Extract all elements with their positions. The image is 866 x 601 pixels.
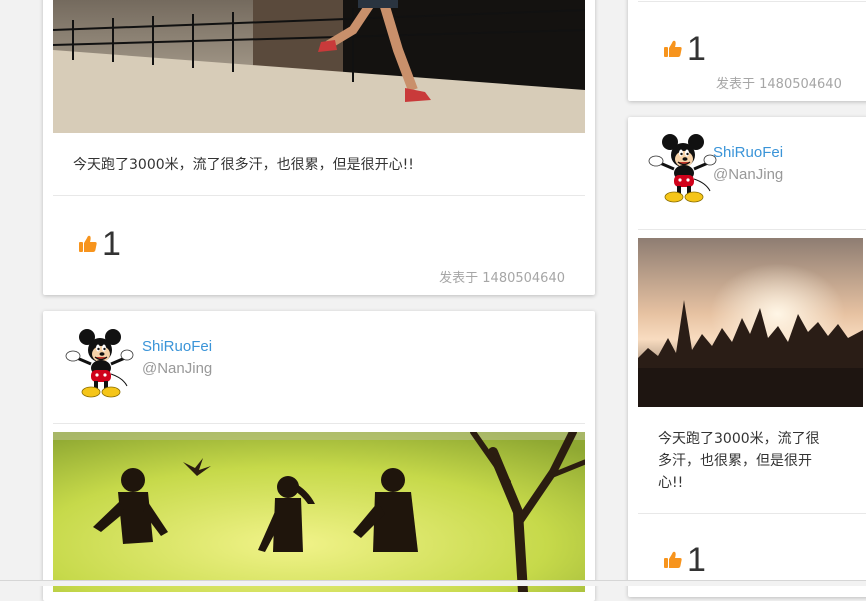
thumbs-up-icon <box>663 39 683 59</box>
post-timestamp: 发表于 1480504640 <box>716 77 842 92</box>
divider <box>638 1 866 2</box>
like-button[interactable]: 1 <box>663 32 706 66</box>
user-location: @NanJing <box>142 360 213 377</box>
thumbs-up-icon <box>663 550 683 570</box>
post-card: 1 发表于 1480504640 <box>628 0 866 101</box>
post-content: 今天跑了3000米，流了很 多汗，也很累，但是很开 心!! <box>658 428 848 494</box>
like-count: 1 <box>102 225 121 263</box>
post-content-line: 心!! <box>658 475 684 491</box>
like-button[interactable]: 1 <box>663 543 706 577</box>
thumbs-up-icon <box>78 234 98 254</box>
user-location: @NanJing <box>713 166 784 183</box>
post-content: 今天跑了3000米，流了很多汗，也很累，但是很开心!! <box>73 157 414 173</box>
post-image-runners-silhouette[interactable] <box>53 432 585 592</box>
user-name-link[interactable]: ShiRuoFei <box>142 338 212 355</box>
divider <box>53 423 585 424</box>
window-bottom-edge <box>0 580 866 586</box>
post-image-runner-legs[interactable] <box>53 0 585 133</box>
post-image-sunset-trees[interactable] <box>638 238 863 407</box>
like-count: 1 <box>687 541 706 579</box>
like-count: 1 <box>687 30 706 68</box>
user-name-link[interactable]: ShiRuoFei <box>713 144 783 161</box>
divider <box>638 229 866 230</box>
user-avatar[interactable] <box>646 133 718 205</box>
divider <box>638 513 866 514</box>
post-content-line: 今天跑了3000米，流了很 <box>658 431 820 447</box>
like-button[interactable]: 1 <box>78 227 121 261</box>
divider <box>53 195 585 196</box>
post-card: 今天跑了3000米，流了很多汗，也很累，但是很开心!! 1 发表于 148050… <box>43 0 595 295</box>
post-timestamp: 发表于 1480504640 <box>439 271 565 286</box>
user-avatar[interactable] <box>63 328 135 400</box>
post-card: ShiRuoFei @NanJing 今天跑了3000米，流了很 多汗，也很累，… <box>628 117 866 597</box>
post-card: ShiRuoFei @NanJing <box>43 311 595 601</box>
post-content-line: 多汗，也很累，但是很开 <box>658 453 812 469</box>
